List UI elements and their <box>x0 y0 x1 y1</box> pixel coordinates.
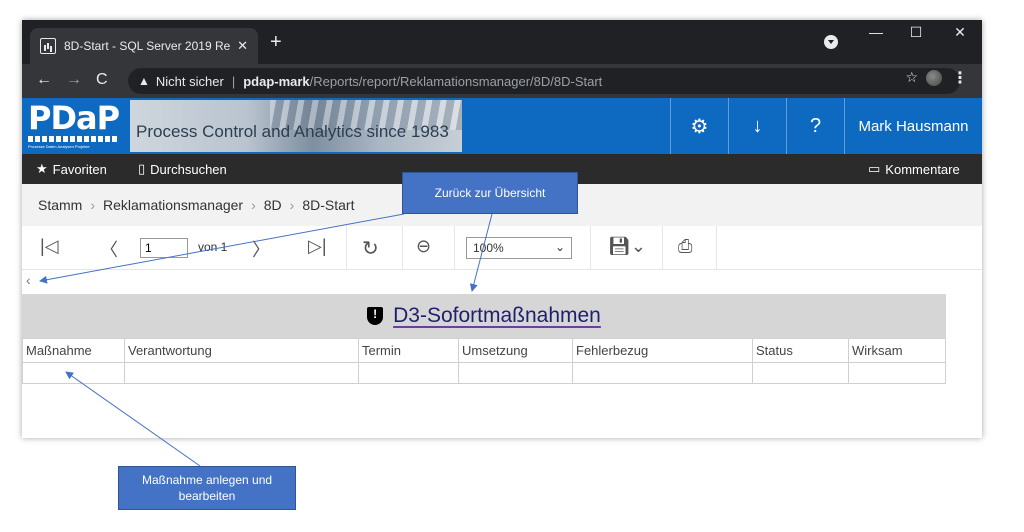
table-cell <box>458 362 573 384</box>
banner-text: Process Control and Analytics since 1983 <box>136 122 449 141</box>
column-header: Verantwortung <box>124 338 359 363</box>
favorites-label: Favoriten <box>52 161 107 177</box>
report-title: D3-Sofortmaßnahmen <box>393 304 601 327</box>
browser-tab[interactable]: 8D-Start - SQL Server 2019 Repor ✕ <box>30 28 258 64</box>
browser-window: 8D-Start - SQL Server 2019 Repor ✕ + — ☐… <box>22 20 982 438</box>
download-icon[interactable]: ↓ <box>728 98 786 154</box>
report-toolbar: |◁ 〈 von 1 〉 ▷| ↻ ⊖ 100% ⌄ 💾︎⌄ ⎙ <box>22 226 982 270</box>
page-count-label: von 1 <box>198 240 228 254</box>
last-page-icon[interactable]: ▷| <box>308 236 327 257</box>
bookmark-star-icon[interactable]: ☆ <box>905 69 918 86</box>
table-row[interactable] <box>22 362 946 384</box>
profile-menu-icon[interactable] <box>824 35 838 49</box>
url-separator: | <box>231 73 236 89</box>
banner-image: Process Control and Analytics since 1983 <box>130 100 462 152</box>
tab-strip: 8D-Start - SQL Server 2019 Repor ✕ + — ☐… <box>22 20 982 64</box>
app-header: PDaP Prozesse Daten Analysen Projekte Pr… <box>22 98 982 154</box>
back-arrow-icon[interactable]: ← <box>36 71 52 89</box>
toolbar-divider <box>402 226 403 270</box>
column-header: Umsetzung <box>458 338 573 363</box>
comments-button[interactable]: ▭ Kommentare <box>868 161 960 177</box>
document-icon: ▯ <box>138 161 146 176</box>
new-tab-icon[interactable]: + <box>270 31 282 54</box>
table-header-row: Maßnahme Verantwortung Termin Umsetzung … <box>22 338 946 363</box>
chevron-down-icon: ⌄ <box>554 240 565 254</box>
breadcrumb-item[interactable]: 8D <box>264 197 282 213</box>
toolbar-divider <box>590 226 591 270</box>
warning-icon: ▲ <box>138 74 150 88</box>
first-page-icon[interactable]: |◁ <box>40 236 59 257</box>
report-title-link[interactable]: D3-Sofortmaßnahmen <box>367 304 601 328</box>
breadcrumb-item[interactable]: Stamm <box>38 197 82 213</box>
table-cell <box>848 362 946 384</box>
comment-icon: ▭ <box>868 161 881 176</box>
previous-page-icon[interactable]: 〈 <box>100 236 118 262</box>
back-to-parent-icon[interactable]: ⊖ <box>416 236 431 257</box>
browse-button[interactable]: ▯ Durchsuchen <box>138 161 227 177</box>
table-cell <box>752 362 849 384</box>
save-export-icon[interactable]: 💾︎⌄ <box>608 236 646 257</box>
security-label: Nicht sicher <box>155 73 224 89</box>
comments-label: Kommentare <box>885 161 960 177</box>
close-window-icon[interactable]: ✕ <box>940 24 980 41</box>
chevron-right-icon: › <box>289 197 295 213</box>
callout-create-measure: Maßnahme anlegen und bearbeiten <box>118 466 296 510</box>
column-header[interactable]: Maßnahme <box>22 338 125 363</box>
star-icon: ★ <box>36 161 48 176</box>
breadcrumb-current: 8D-Start <box>302 197 355 213</box>
shield-alert-icon <box>367 307 384 325</box>
zoom-value: 100% <box>473 241 504 255</box>
favorites-button[interactable]: ★ Favoriten <box>36 161 107 177</box>
url-path: /Reports/report/Reklamationsmanager/8D/8… <box>309 73 603 89</box>
callout-back-overview: Zurück zur Übersicht <box>402 172 578 214</box>
logo-text: PDaP <box>28 99 120 137</box>
page-number-input[interactable] <box>140 238 188 258</box>
column-header: Status <box>752 338 849 363</box>
address-bar: ← → C ▲ Nicht sicher | pdap-mark/Reports… <box>22 64 982 98</box>
maximize-icon[interactable]: ☐ <box>896 24 936 41</box>
table-cell <box>124 362 359 384</box>
chevron-right-icon: › <box>90 197 96 213</box>
collapse-params-chevron-icon[interactable]: ‹ <box>26 272 31 288</box>
toolbar-divider <box>662 226 663 270</box>
minimize-icon[interactable]: — <box>856 24 896 40</box>
print-icon[interactable]: ⎙ <box>678 236 692 257</box>
column-header: Termin <box>358 338 459 363</box>
column-header: Wirksam <box>848 338 946 363</box>
chevron-right-icon: › <box>251 197 256 213</box>
url-host: pdap-mark <box>243 73 310 89</box>
next-page-icon[interactable]: 〉 <box>252 236 270 262</box>
zoom-select[interactable]: 100% ⌄ <box>466 237 572 259</box>
toolbar-divider <box>346 226 347 270</box>
pdap-logo[interactable]: PDaP Prozesse Daten Analysen Projekte <box>22 98 126 154</box>
report-favicon-icon <box>40 38 56 54</box>
breadcrumb-item[interactable]: Reklamationsmanager <box>103 197 243 213</box>
browser-menu-icon[interactable]: ⋮ <box>952 68 968 88</box>
toolbar-divider <box>454 226 455 270</box>
extension-icon[interactable] <box>926 70 942 86</box>
refresh-icon[interactable]: ↻ <box>362 236 379 261</box>
tab-close-icon[interactable]: ✕ <box>237 38 248 54</box>
toolbar-divider <box>716 226 717 270</box>
logo-strip <box>28 136 118 142</box>
settings-gear-icon[interactable]: ⚙ <box>670 98 728 154</box>
table-cell <box>572 362 753 384</box>
user-name[interactable]: Mark Hausmann <box>844 98 982 154</box>
report-section-header: D3-Sofortmaßnahmen <box>22 294 946 338</box>
column-header: Fehlerbezug <box>572 338 753 363</box>
tab-title: 8D-Start - SQL Server 2019 Repor <box>64 39 232 53</box>
browse-label: Durchsuchen <box>150 161 227 177</box>
logo-subtitle: Prozesse Daten Analysen Projekte <box>28 144 90 149</box>
table-cell <box>358 362 459 384</box>
url-field[interactable]: ▲ Nicht sicher | pdap-mark/Reports/repor… <box>128 68 960 94</box>
forward-arrow-icon[interactable]: → <box>66 71 82 89</box>
help-icon[interactable]: ? <box>786 98 844 154</box>
measures-table: Maßnahme Verantwortung Termin Umsetzung … <box>22 338 946 384</box>
table-cell[interactable] <box>22 362 125 384</box>
reload-icon[interactable]: C <box>96 71 108 89</box>
